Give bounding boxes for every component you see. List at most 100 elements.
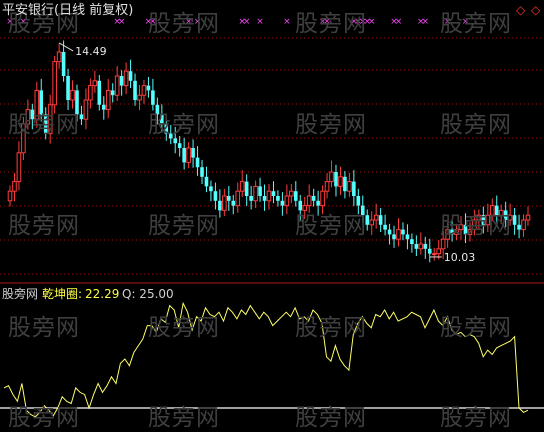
marker-x-icon: × bbox=[422, 17, 430, 27]
candle[interactable] bbox=[418, 232, 424, 255]
candle[interactable] bbox=[369, 211, 375, 235]
watermark: 股旁网 bbox=[440, 315, 512, 341]
watermark: 股旁网 bbox=[440, 405, 512, 431]
candle[interactable] bbox=[186, 142, 191, 169]
indicator-source-label: 股旁网 bbox=[2, 287, 39, 301]
candle[interactable] bbox=[427, 238, 432, 263]
candle[interactable] bbox=[352, 170, 356, 207]
candle[interactable] bbox=[66, 68, 70, 111]
watermark: 股旁网 bbox=[148, 213, 220, 239]
candle[interactable] bbox=[324, 172, 330, 199]
candle[interactable] bbox=[97, 75, 102, 111]
candle[interactable] bbox=[392, 225, 396, 248]
watermark: 股旁网 bbox=[148, 112, 220, 138]
candle[interactable] bbox=[284, 184, 290, 215]
high-price-label: 14.49 bbox=[75, 45, 107, 58]
candle[interactable] bbox=[373, 203, 379, 229]
candle[interactable] bbox=[239, 170, 245, 197]
marker-x-icon: × bbox=[283, 17, 291, 27]
candle[interactable] bbox=[7, 185, 13, 207]
candle[interactable] bbox=[56, 43, 62, 69]
candle[interactable] bbox=[311, 188, 316, 207]
candle[interactable] bbox=[231, 195, 236, 215]
candle[interactable] bbox=[383, 214, 387, 236]
candle[interactable] bbox=[128, 59, 133, 88]
watermark: 股旁网 bbox=[295, 405, 367, 431]
diamond-icon[interactable]: ◇ bbox=[516, 3, 525, 17]
candle[interactable] bbox=[410, 233, 414, 253]
candle[interactable] bbox=[204, 166, 209, 193]
candle[interactable] bbox=[401, 222, 405, 241]
candle[interactable] bbox=[266, 184, 272, 210]
indicator-name-label: 乾坤圈: bbox=[42, 287, 83, 301]
candle[interactable] bbox=[262, 184, 267, 211]
watermark: 股旁网 bbox=[295, 11, 367, 37]
marker-x-icon: × bbox=[256, 17, 264, 27]
candle[interactable] bbox=[253, 180, 258, 208]
watermark: 股旁网 bbox=[295, 213, 367, 239]
candle[interactable] bbox=[209, 180, 213, 202]
diamond-icon[interactable]: ◇ bbox=[531, 3, 540, 17]
watermark: 股旁网 bbox=[295, 112, 367, 138]
watermark: 股旁网 bbox=[440, 213, 512, 239]
indicator-q-value: Q: 25.00 bbox=[122, 287, 174, 301]
candle[interactable] bbox=[114, 65, 120, 101]
candle[interactable] bbox=[141, 79, 147, 104]
candle[interactable] bbox=[12, 172, 17, 202]
low-price-label: 10.03 bbox=[444, 251, 476, 264]
candle[interactable] bbox=[431, 247, 437, 261]
candle[interactable] bbox=[195, 146, 200, 176]
candle[interactable] bbox=[137, 85, 142, 111]
candle[interactable] bbox=[525, 206, 531, 226]
candle[interactable] bbox=[105, 78, 111, 119]
candle[interactable] bbox=[110, 83, 115, 103]
candle[interactable] bbox=[338, 166, 343, 196]
candle[interactable] bbox=[343, 171, 347, 199]
candle[interactable] bbox=[177, 136, 182, 157]
marker-x-icon: × bbox=[368, 17, 376, 27]
candle[interactable] bbox=[258, 177, 262, 202]
candle[interactable] bbox=[79, 105, 84, 125]
candle[interactable] bbox=[347, 172, 352, 197]
candle[interactable] bbox=[329, 160, 334, 188]
candle[interactable] bbox=[276, 190, 280, 207]
marker-x-icon: × bbox=[395, 17, 403, 27]
marker-x-icon: × bbox=[243, 17, 251, 27]
candle[interactable] bbox=[280, 192, 285, 216]
candle[interactable] bbox=[133, 73, 137, 106]
watermark: 股旁网 bbox=[148, 11, 220, 37]
candle[interactable] bbox=[405, 224, 410, 250]
candle[interactable] bbox=[83, 88, 89, 130]
candle[interactable] bbox=[396, 218, 401, 247]
candle[interactable] bbox=[517, 214, 521, 239]
candle[interactable] bbox=[200, 160, 204, 184]
candle[interactable] bbox=[191, 139, 195, 168]
candle[interactable] bbox=[512, 208, 517, 235]
watermark: 股旁网 bbox=[8, 405, 80, 431]
watermark: 股旁网 bbox=[440, 112, 512, 138]
candle[interactable] bbox=[123, 62, 129, 95]
grid-lines bbox=[0, 37, 544, 284]
chart-title: 平安银行(日线 前复权) bbox=[2, 3, 134, 18]
candle[interactable] bbox=[222, 188, 227, 217]
candle[interactable] bbox=[92, 70, 98, 93]
candle[interactable] bbox=[244, 174, 249, 207]
candle[interactable] bbox=[334, 164, 338, 197]
candle[interactable] bbox=[378, 208, 383, 232]
candle[interactable] bbox=[387, 223, 392, 245]
candle[interactable] bbox=[146, 76, 151, 98]
candle[interactable] bbox=[293, 181, 298, 207]
marker-x-icon: × bbox=[118, 17, 126, 27]
candle[interactable] bbox=[119, 70, 124, 96]
candle[interactable] bbox=[16, 141, 22, 191]
watermark: 股旁网 bbox=[148, 405, 220, 431]
candle[interactable] bbox=[289, 184, 294, 204]
candle[interactable] bbox=[182, 137, 186, 170]
candle[interactable] bbox=[227, 185, 231, 211]
candle[interactable] bbox=[88, 78, 93, 109]
candle[interactable] bbox=[521, 214, 526, 237]
candle[interactable] bbox=[101, 96, 106, 120]
candle[interactable] bbox=[271, 181, 276, 204]
candle[interactable] bbox=[414, 235, 419, 256]
candle[interactable] bbox=[235, 182, 241, 213]
